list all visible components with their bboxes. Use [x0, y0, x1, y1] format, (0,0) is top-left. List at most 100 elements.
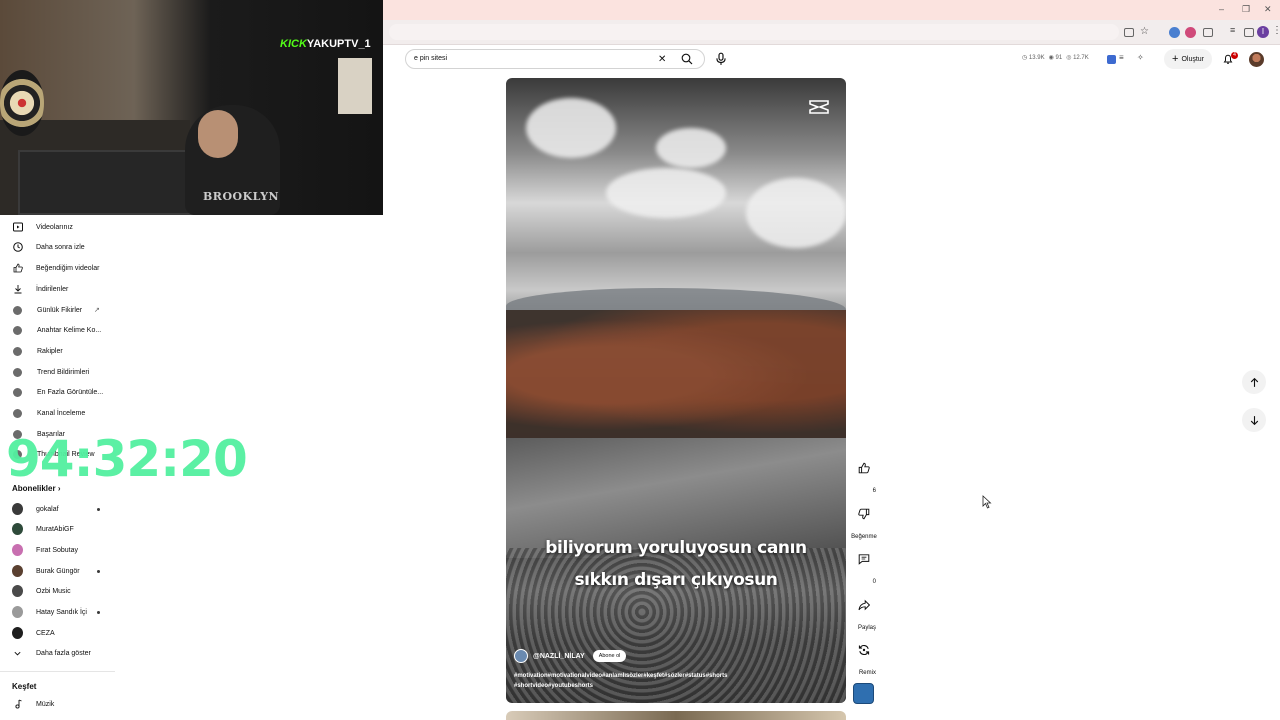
sidebar-item-channel-review[interactable]: Kanal İnceleme [0, 403, 240, 423]
address-bar[interactable] [389, 24, 1119, 40]
sidebar-item-most-viewed[interactable]: En Fazla Görüntüle... [0, 382, 240, 402]
browser-menu-icon[interactable]: ⋮ [1272, 25, 1280, 36]
media-control-icon[interactable]: ≡ [1230, 25, 1235, 35]
subscription-item[interactable]: Burak Güngör [0, 561, 240, 581]
remix-label: Remix [858, 670, 876, 676]
chevron-down-icon [12, 648, 23, 659]
extension-shield-icon[interactable] [1185, 27, 1196, 38]
create-button[interactable]: + Oluştur [1164, 49, 1212, 69]
minimize-button[interactable]: – [1219, 4, 1224, 14]
next-short-button[interactable] [1242, 408, 1266, 432]
sidebar-item-label: Daha sonra izle [36, 243, 85, 251]
bookmark-star-icon[interactable]: ☆ [1140, 26, 1149, 37]
video-hashtags: #motivation#motivationalvideo#anlamlısöz… [514, 671, 794, 691]
sidebar-item-keyword[interactable]: Anahtar Kelime Ko... [0, 320, 240, 340]
close-window-button[interactable]: ✕ [1264, 4, 1272, 15]
new-content-dot [97, 507, 100, 511]
channel-row: @NAZLİ_NİLAY Abone ol [514, 649, 627, 663]
sidebar-item-daily-ideas[interactable]: Günlük Fikirler ↗ [0, 300, 240, 320]
dislike-action[interactable]: Beğenme [851, 503, 877, 543]
sidebar-item-label: Müzik [36, 700, 55, 708]
tool-icon [12, 325, 23, 336]
channel-avatar [12, 523, 23, 535]
share-label: Paylaş [857, 625, 876, 631]
sidebar-item-music[interactable]: Müzik [0, 694, 240, 714]
search-box[interactable]: e pin sitesi ✕ [405, 49, 705, 69]
sidebar-item-label: Günlük Fikirler [37, 306, 83, 314]
hashtags-line[interactable]: #shortvideo#youtubeshorts [514, 681, 794, 691]
download-icon [12, 284, 23, 295]
channel-avatar[interactable] [514, 649, 528, 663]
sidebar-item-watch-later[interactable]: Daha sonra izle [0, 237, 240, 257]
sidebar-item-trend-alerts[interactable]: Trend Bildirimleri [0, 362, 240, 382]
hashtags-line[interactable]: #motivation#motivationalvideo#anlamlısöz… [514, 671, 794, 681]
kick-channel-label: KICKYAKUPTV_1 [280, 38, 371, 50]
clock-icon [12, 242, 23, 253]
thumbs-down-icon[interactable] [853, 503, 875, 525]
comments-action[interactable]: 0 [852, 548, 876, 588]
sidebar-item-label: İndirilenler [36, 285, 69, 293]
sidebar-item-label: Trend Bildirimleri [37, 368, 90, 376]
subscription-label: Ozbi Music [36, 587, 71, 595]
cast-icon[interactable] [1124, 28, 1134, 37]
subscription-item[interactable]: CEZA [0, 623, 240, 643]
sidebar-item-label: En Fazla Görüntüle... [37, 388, 104, 396]
subscription-label: gokalaf [36, 505, 59, 513]
subs-stat: ◎ 12.7K [1066, 55, 1089, 61]
channel-avatar [12, 544, 23, 556]
user-avatar[interactable] [1249, 52, 1264, 67]
next-short-preview[interactable] [506, 711, 846, 720]
sidebar-item-label: Kanal İnceleme [37, 409, 86, 417]
clear-search-icon[interactable]: ✕ [658, 54, 666, 65]
subscription-item[interactable]: MuratAbiGF [0, 519, 240, 539]
plus-icon: + [1172, 53, 1179, 65]
previous-short-button[interactable] [1242, 370, 1266, 394]
comment-icon[interactable] [853, 548, 875, 570]
subscription-item[interactable]: gokalaf [0, 499, 240, 519]
watching-stat: ◉ 91 [1048, 55, 1063, 61]
trees-shape [506, 310, 846, 440]
show-more-button[interactable]: Daha fazla göster [0, 643, 240, 663]
vidiq-icon[interactable] [1107, 55, 1116, 64]
subscription-item[interactable]: Ozbi Music [0, 581, 240, 601]
sidebar-item-liked-videos[interactable]: Beğendiğim videolar [0, 258, 240, 278]
stack-icon[interactable]: ≡ [1119, 53, 1124, 62]
remix-action[interactable]: Remix [852, 639, 876, 679]
subscription-item[interactable]: Hatay Sandık İçi [0, 602, 240, 622]
subscribe-button[interactable]: Abone ol [592, 650, 627, 662]
cloud-shape [606, 168, 726, 218]
share-action[interactable]: Paylaş [852, 594, 876, 634]
remix-icon[interactable] [853, 639, 875, 661]
search-icon[interactable] [681, 53, 693, 65]
side-panel-icon[interactable] [1244, 28, 1254, 37]
sidebar-item-label: Anahtar Kelime Ko... [37, 326, 102, 334]
subscription-item[interactable]: Fırat Sobutay [0, 540, 240, 560]
channel-name[interactable]: @NAZLİ_NİLAY [533, 653, 585, 660]
browser-profile-avatar[interactable]: I [1257, 26, 1269, 38]
maximize-button[interactable]: ❐ [1242, 4, 1250, 15]
thumbs-up-icon[interactable] [853, 457, 875, 479]
sidebar-item-downloads[interactable]: İndirilenler [0, 279, 240, 299]
sidebar-item-competitors[interactable]: Rakipler [0, 341, 240, 361]
cam-monitor [18, 150, 193, 215]
subscription-label: MuratAbiGF [36, 525, 74, 533]
tool-icon [12, 305, 23, 316]
sidebar-divider [0, 671, 115, 672]
shorts-player[interactable]: biliyorum yoruluyosun canın sıkkın dışar… [506, 78, 846, 703]
extension-icon[interactable] [1169, 27, 1180, 38]
search-input[interactable]: e pin sitesi [414, 55, 447, 62]
sidebar-item-your-videos[interactable]: Videolarınız [0, 217, 240, 237]
kick-channel-name: YAKUPTV_1 [306, 38, 371, 50]
arrow-up-icon [1250, 377, 1258, 387]
tool-icon [12, 346, 23, 357]
share-icon[interactable] [853, 594, 875, 616]
extensions-puzzle-icon[interactable] [1203, 28, 1213, 37]
sound-thumbnail[interactable] [853, 683, 874, 704]
microphone-icon[interactable] [714, 52, 728, 66]
screen: – ❐ ✕ ☆ ≡ I ⋮ BROOKLYN KICKYAKUPTV_1 Vid… [0, 0, 1280, 720]
shirt-text: BROOKLYN [203, 190, 280, 203]
like-action[interactable]: 6 [852, 457, 876, 497]
video-icon [12, 222, 23, 233]
magic-wand-icon[interactable]: ✧ [1137, 53, 1144, 62]
sidebar-item-label: Beğendiğim videolar [36, 264, 100, 272]
